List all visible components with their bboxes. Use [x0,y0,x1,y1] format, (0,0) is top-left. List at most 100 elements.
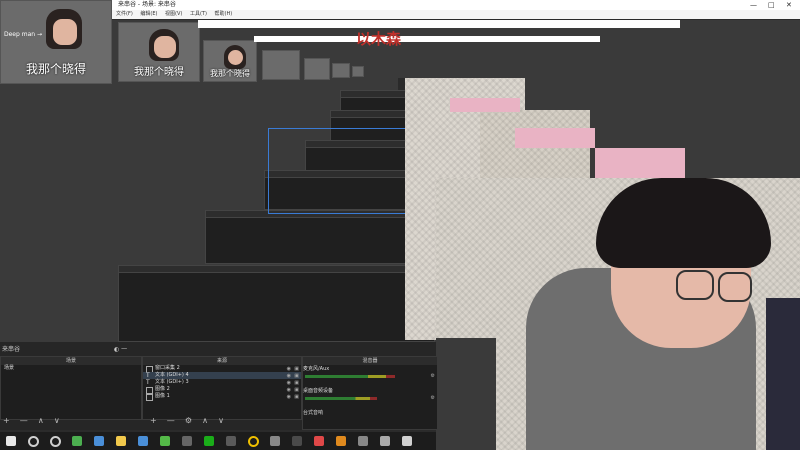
source-label: 文本 (GDI+) 3 [155,379,189,385]
add-source-button[interactable]: + [150,416,157,425]
text-icon: T [146,372,150,379]
menu-view[interactable]: 视图(V) [165,11,182,17]
eye-icon[interactable]: ◉ [287,394,291,401]
menu-file[interactable]: 文件(F) [116,11,133,17]
gear-icon[interactable]: ⚙ [431,373,435,379]
source-label: 窗口采集 2 [155,365,180,371]
sources-controls: + — ⚙ ∧ ∨ [150,408,229,427]
menu-tools[interactable]: 工具(T) [190,11,207,17]
gear-icon[interactable]: ⚙ [431,395,435,401]
scenes-header: 场景 [1,357,141,365]
nested-obs-window [118,265,435,342]
recursive-thumb: 我那个晓得 [118,22,200,82]
lock-icon[interactable]: ▣ [294,394,299,401]
menu-help[interactable]: 帮助(H) [215,11,233,17]
source-up-button[interactable]: ∧ [202,416,208,425]
volume-meter[interactable] [305,375,395,378]
pink-strip [450,98,520,112]
window-title: 来串谷 - 场景: 来串谷 [118,1,176,8]
image-icon [146,394,153,401]
mixer-channel: 桌面音频设备 ⚙ [303,387,437,409]
scenes-controls: + — ∧ ∨ [3,408,65,427]
remove-source-button[interactable]: — [167,416,175,425]
text-icon: T [146,379,150,386]
overlay-text: 以木森 [356,30,402,48]
obs-icon[interactable] [402,436,412,446]
chat-icon[interactable] [72,436,82,446]
sources-header: 来源 [143,357,301,365]
window-titlebar: 来串谷 - 场景: 来串谷 — □ ✕ [110,0,800,10]
tool-icon[interactable] [380,436,390,446]
source-properties-button[interactable]: ⚙ [185,416,192,425]
recursive-thumb [352,66,364,77]
channel-label: 桌面音频设备 [303,388,334,394]
webcam-feed [436,178,800,450]
source-item[interactable]: 窗口采集 2 ◉ ▣ [143,365,301,373]
green-circle-icon[interactable] [160,436,170,446]
minimize-button[interactable]: — [750,0,757,10]
scene-collection-label: 来串谷 [2,346,21,353]
search-icon[interactable] [28,436,39,447]
source-item[interactable]: 图像 2 ◉ ▣ [143,386,301,394]
close-button[interactable]: ✕ [786,0,792,10]
mixer-channel: 麦克风/Aux ⚙ [303,365,437,387]
move-down-button[interactable]: ∨ [54,416,60,425]
thumb-tag: Deep man → [4,31,42,38]
recursive-thumb: 我那个晓得 [203,40,257,82]
monitor-icon[interactable] [226,436,236,446]
obs-highlight-icon[interactable] [336,436,346,446]
chair [766,298,800,450]
thumb-caption: 我那个晓得 [210,69,250,78]
thumb-caption: 我那个晓得 [134,67,184,78]
scene-item[interactable]: 场景 [1,365,141,372]
folder-icon[interactable] [116,436,126,446]
person-hair [596,178,771,268]
pink-strip [515,128,595,148]
red-app-icon[interactable] [314,436,324,446]
mixer-header: 混音器 [303,357,437,365]
source-label: 图像 1 [155,393,170,399]
glasses [718,272,752,302]
store-icon[interactable] [138,436,148,446]
pink-strip [595,148,685,178]
remove-scene-button[interactable]: — [20,416,28,425]
channel-label: 麦克风/Aux [303,366,330,372]
camera-icon[interactable] [182,436,192,446]
source-item[interactable]: T 文本 (GDI+) 4 ◉ ▣ [143,372,301,379]
media-icon[interactable] [292,436,302,446]
nested-obs-window [205,210,427,264]
phone-icon[interactable] [358,436,368,446]
mixer-panel: 混音器 麦克风/Aux ⚙ 桌面音频设备 ⚙ 台式音响 [302,356,438,430]
recursive-thumb: Deep man → 我那个晓得 [0,0,112,84]
thumb-caption: 我那个晓得 [25,62,86,76]
yellow-ring-icon[interactable] [248,436,259,447]
dock-tab[interactable]: ◐ 一 [114,344,127,353]
recursive-thumb [332,63,350,78]
add-scene-button[interactable]: + [3,416,10,425]
recursive-thumb [262,50,300,80]
channel-label: 台式音响 [303,410,324,416]
source-item[interactable]: 图像 1 ◉ ▣ [143,393,301,401]
source-label: 图像 2 [155,386,170,392]
gallery-icon[interactable] [270,436,280,446]
source-item[interactable]: T 文本 (GDI+) 3 ◉ ▣ [143,379,301,386]
source-down-button[interactable]: ∨ [218,416,224,425]
recursive-thumb [304,58,330,80]
windows-icon[interactable] [6,436,16,446]
move-up-button[interactable]: ∧ [38,416,44,425]
nested-titlebar [198,20,680,28]
volume-meter[interactable] [305,397,377,400]
menu-edit[interactable]: 编辑(E) [140,11,157,17]
taskbar [0,432,436,450]
nested-titlebar [254,36,600,42]
menu-bar: 文件(F) 编辑(E) 视图(V) 工具(T) 帮助(H) [110,10,800,19]
mixer-channel: 台式音响 [303,409,437,431]
mail-icon[interactable] [94,436,104,446]
maximize-button[interactable]: □ [768,0,775,10]
mic-stand [436,338,496,450]
glasses [676,270,714,300]
wechat-icon[interactable] [204,436,214,446]
cortana-icon[interactable] [50,436,61,447]
obs-docks: 来串谷 ◐ 一 场景 场景 来源 窗口采集 2 ◉ ▣ T 文本 (GDI+) 4 ◉ ▣… [0,342,438,430]
source-label: 文本 (GDI+) 4 [155,372,189,378]
